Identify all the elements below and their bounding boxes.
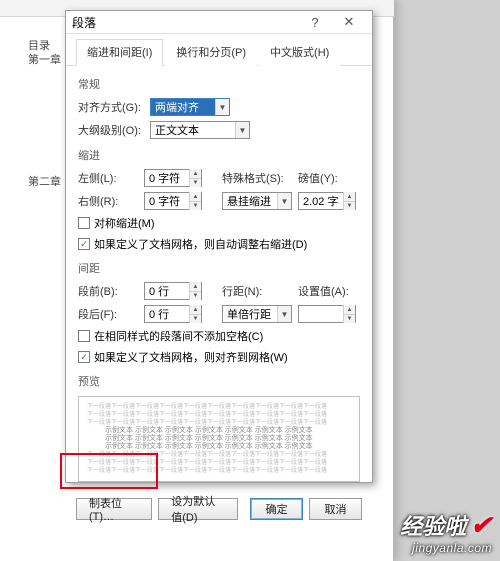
watermark-text: 经验啦 (400, 509, 466, 541)
doc-text-ch2: 第二章 (28, 173, 61, 189)
outline-combo[interactable]: 正文文本 ▼ (150, 121, 250, 139)
snap-grid-label: 如果定义了文档网格，则对齐到网格(W) (94, 349, 288, 365)
outline-label: 大纲级别(O): (78, 122, 144, 138)
spin-up-icon[interactable]: ▲ (344, 305, 355, 314)
no-space-same-style-label: 在相同样式的段落间不添加空格(C) (94, 328, 263, 344)
by-spinner[interactable]: 2.02 字 ▲▼ (298, 192, 356, 210)
linespacing-combo[interactable]: 单倍行距 ▼ (222, 305, 292, 323)
doc-text-ch1: 第一章 (28, 51, 61, 67)
spin-down-icon[interactable]: ▼ (344, 314, 355, 323)
tabs-button[interactable]: 制表位(T)… (76, 498, 152, 520)
space-after-spinner[interactable]: 0 行 ▲▼ (144, 305, 202, 323)
watermark-url: jingyanla.com (400, 541, 492, 555)
chevron-down-icon: ▼ (277, 306, 291, 322)
chevron-down-icon: ▼ (215, 99, 229, 115)
by-label: 磅值(Y): (298, 170, 360, 186)
left-indent-label: 左侧(L): (78, 170, 138, 186)
set-default-button[interactable]: 设为默认值(D) (158, 498, 238, 520)
spin-up-icon[interactable]: ▲ (190, 305, 201, 314)
spin-up-icon[interactable]: ▲ (344, 192, 355, 201)
close-button[interactable]: ✕ (332, 11, 366, 33)
spin-down-icon[interactable]: ▼ (190, 291, 201, 300)
no-space-same-style-checkbox[interactable] (78, 330, 90, 342)
button-row: 制表位(T)… 设为默认值(D) 确定 取消 (66, 490, 372, 528)
right-indent-label: 右侧(R): (78, 193, 138, 209)
space-before-spinner[interactable]: 0 行 ▲▼ (144, 282, 202, 300)
mirror-indent-label: 对称缩进(M) (94, 215, 155, 231)
alignment-combo[interactable]: 两端对齐 ▼ (150, 98, 230, 116)
space-after-label: 段后(F): (78, 306, 138, 322)
auto-adjust-right-label: 如果定义了文档网格，则自动调整右缩进(D) (94, 236, 307, 252)
at-spinner[interactable]: ▲▼ (298, 305, 356, 323)
at-label: 设置值(A): (298, 283, 360, 299)
spin-down-icon[interactable]: ▼ (190, 201, 201, 210)
tab-line-page-breaks[interactable]: 换行和分页(P) (165, 39, 257, 66)
check-icon: ✔ (470, 510, 492, 541)
dialog-title: 段落 (72, 14, 298, 31)
section-general: 常规 (78, 76, 360, 92)
special-indent-combo[interactable]: 悬挂缩进 ▼ (222, 192, 292, 210)
section-preview: 预览 (78, 373, 360, 389)
tab-asian-typography[interactable]: 中文版式(H) (259, 39, 340, 66)
dialog-content: 常规 对齐方式(G): 两端对齐 ▼ 大纲级别(O): 正文文本 ▼ 缩进 左侧… (66, 66, 372, 490)
tab-bar: 缩进和间距(I) 换行和分页(P) 中文版式(H) (66, 34, 372, 66)
section-spacing: 间距 (78, 260, 360, 276)
spin-up-icon[interactable]: ▲ (190, 169, 201, 178)
watermark: 经验啦 ✔ jingyanla.com (400, 509, 492, 555)
chevron-down-icon: ▼ (277, 193, 291, 209)
spin-down-icon[interactable]: ▼ (190, 314, 201, 323)
section-indent: 缩进 (78, 147, 360, 163)
mirror-indent-checkbox[interactable] (78, 217, 90, 229)
auto-adjust-right-checkbox[interactable] (78, 238, 90, 250)
help-button[interactable]: ? (298, 11, 332, 33)
cancel-button[interactable]: 取消 (309, 498, 362, 520)
titlebar[interactable]: 段落 ? ✕ (66, 11, 372, 34)
spin-up-icon[interactable]: ▲ (190, 192, 201, 201)
linespacing-label: 行距(N): (222, 283, 292, 299)
spin-down-icon[interactable]: ▼ (344, 201, 355, 210)
tab-indent-spacing[interactable]: 缩进和间距(I) (76, 39, 163, 66)
special-label: 特殊格式(S): (222, 170, 292, 186)
chevron-down-icon: ▼ (235, 122, 249, 138)
ok-button[interactable]: 确定 (250, 498, 303, 520)
space-before-label: 段前(B): (78, 283, 138, 299)
right-indent-spinner[interactable]: 0 字符 ▲▼ (144, 192, 202, 210)
alignment-label: 对齐方式(G): (78, 99, 144, 115)
left-indent-spinner[interactable]: 0 字符 ▲▼ (144, 169, 202, 187)
paragraph-dialog: 段落 ? ✕ 缩进和间距(I) 换行和分页(P) 中文版式(H) 常规 对齐方式… (65, 10, 373, 483)
spin-up-icon[interactable]: ▲ (190, 282, 201, 291)
spin-down-icon[interactable]: ▼ (190, 178, 201, 187)
snap-grid-checkbox[interactable] (78, 351, 90, 363)
preview-box: 下一段落下一段落下一段落下一段落下一段落下一段落下一段落下一段落下一段落下一段落… (78, 396, 360, 482)
